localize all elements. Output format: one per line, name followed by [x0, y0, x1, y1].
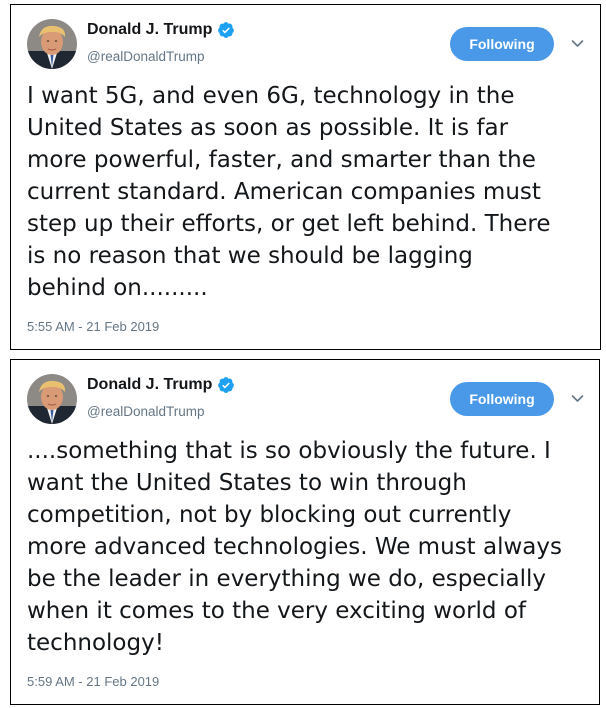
avatar-image — [27, 374, 77, 424]
avatar-image — [27, 19, 77, 69]
chevron-down-icon[interactable] — [571, 394, 584, 403]
author-display-name[interactable]: Donald J. Trump — [87, 376, 212, 394]
avatar[interactable] — [27, 374, 77, 424]
author-handle[interactable]: @realDonaldTrump — [87, 49, 205, 64]
verified-badge-icon — [218, 22, 235, 38]
tweet-text: I want 5G, and even 6G, technology in th… — [27, 83, 551, 301]
avatar[interactable] — [27, 19, 77, 69]
author-name-row: Donald J. Trump — [87, 376, 235, 394]
tweet-timestamp[interactable]: 5:59 AM - 21 Feb 2019 — [27, 674, 159, 689]
tweet-card: Donald J. Trump @realDonaldTrump Followi… — [10, 359, 600, 705]
tweet-text: ....something that is so obviously the f… — [27, 438, 562, 656]
following-button[interactable]: Following — [450, 382, 554, 416]
author-handle[interactable]: @realDonaldTrump — [87, 404, 205, 419]
author-name-row: Donald J. Trump — [87, 21, 235, 39]
tweet-timestamp[interactable]: 5:55 AM - 21 Feb 2019 — [27, 319, 159, 334]
verified-badge-icon — [218, 377, 235, 393]
following-button[interactable]: Following — [450, 27, 554, 61]
chevron-down-icon[interactable] — [571, 39, 584, 48]
author-display-name[interactable]: Donald J. Trump — [87, 21, 212, 39]
tweet-card: Donald J. Trump @realDonaldTrump Followi… — [10, 4, 601, 350]
